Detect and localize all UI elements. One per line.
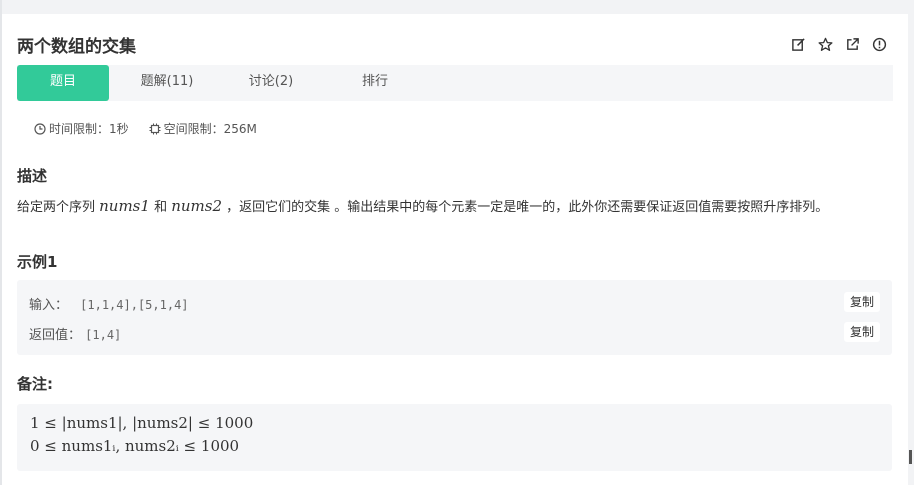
description-heading: 描述 — [17, 167, 48, 185]
tab-ranking[interactable]: 排行 — [351, 65, 399, 101]
limits: 时间限制：1秒 空间限制：256M — [34, 120, 257, 137]
time-limit: 时间限制：1秒 — [34, 120, 129, 137]
space-limit-text: 空间限制：256M — [163, 122, 257, 136]
note-constraint-1: 1 ≤ |nums1|, |nums2| ≤ 1000 — [30, 414, 254, 432]
chip-icon — [149, 123, 161, 134]
example-box: 输入： [1,1,4],[5,1,4] 复制 返回值： [1,4] 复制 — [17, 280, 892, 355]
external-link-icon[interactable] — [844, 36, 861, 53]
toolbar — [790, 36, 888, 53]
edit-icon[interactable] — [790, 36, 807, 53]
tab-solutions[interactable]: 题解(11) — [129, 65, 205, 101]
info-icon[interactable] — [871, 36, 888, 53]
output-value: [1,4] — [85, 328, 122, 342]
problem-title: 两个数组的交集 — [17, 37, 136, 57]
example-input-row: 输入： [1,1,4],[5,1,4] — [29, 294, 189, 313]
tab-bar: 题目 题解(11) 讨论(2) 排行 — [17, 65, 893, 101]
description-text: 给定两个序列 nums1 和 nums2 ，返回它们的交集 。输出结果中的每个元… — [17, 197, 829, 215]
clock-icon — [34, 122, 46, 135]
tab-problem[interactable]: 题目 — [17, 65, 109, 101]
space-limit: 空间限制：256M — [149, 120, 257, 137]
tab-discussion[interactable]: 讨论(2) — [235, 65, 307, 101]
time-limit-text: 时间限制：1秒 — [49, 122, 129, 136]
var-nums1: nums1 — [99, 197, 150, 215]
input-label: 输入： — [29, 298, 69, 313]
notes-box: 1 ≤ |nums1|, |nums2| ≤ 1000 0 ≤ nums1ᵢ, … — [17, 404, 892, 471]
star-icon[interactable] — [817, 36, 834, 53]
scrollbar-handle[interactable] — [909, 450, 912, 464]
note-constraint-2: 0 ≤ nums1ᵢ, nums2ᵢ ≤ 1000 — [30, 437, 240, 455]
var-nums2: nums2 — [171, 197, 222, 215]
notes-heading: 备注: — [17, 375, 53, 393]
example-output-row: 返回值： [1,4] — [29, 324, 121, 343]
example-heading: 示例1 — [17, 253, 58, 271]
output-label: 返回值： — [29, 328, 82, 343]
copy-input-button[interactable]: 复制 — [843, 292, 880, 312]
copy-output-button[interactable]: 复制 — [843, 322, 880, 342]
problem-panel: 两个数组的交集 题目 题解(11) 讨论(2) 排行 时间限制：1秒 空间限制：… — [2, 14, 908, 485]
input-value: [1,1,4],[5,1,4] — [80, 298, 189, 312]
